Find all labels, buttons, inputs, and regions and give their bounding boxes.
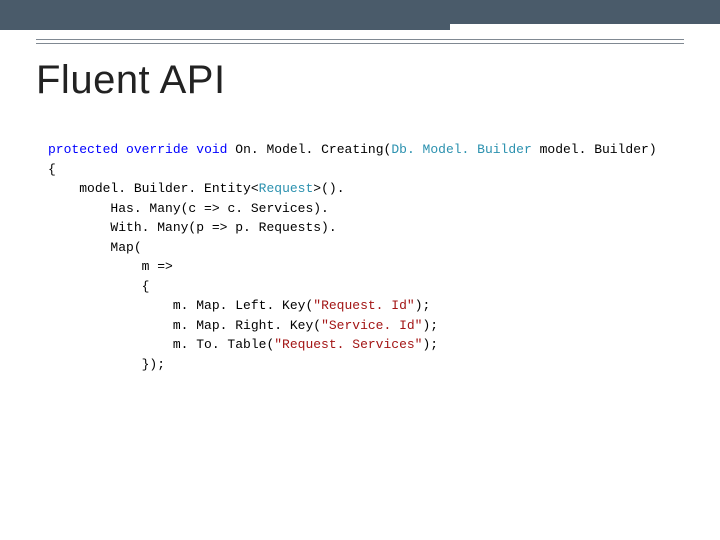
- code-block: protected override void On. Model. Creat…: [48, 140, 672, 374]
- param-name: model. Builder: [540, 142, 649, 157]
- code-text: Map(: [110, 240, 141, 255]
- code-text: m. Map. Left. Key(: [173, 298, 313, 313]
- slide: Fluent API protected override void On. M…: [0, 0, 720, 540]
- divider-line: [36, 43, 684, 44]
- string-literal: "Service. Id": [321, 318, 422, 333]
- code-text: );: [422, 337, 438, 352]
- string-literal: "Request. Services": [274, 337, 422, 352]
- slide-title: Fluent API: [36, 58, 226, 103]
- code-text: });: [142, 357, 165, 372]
- code-text: Has. Many(c => c. Services).: [110, 201, 328, 216]
- string-literal: "Request. Id": [313, 298, 414, 313]
- method-name: On. Model. Creating: [235, 142, 383, 157]
- type-name: Db. Model. Builder: [391, 142, 531, 157]
- code-text: );: [422, 318, 438, 333]
- code-text: {: [142, 279, 150, 294]
- code-text: ().: [321, 181, 344, 196]
- code-text: m. Map. Right. Key(: [173, 318, 321, 333]
- code-text: );: [415, 298, 431, 313]
- keyword: void: [196, 142, 227, 157]
- keyword: override: [126, 142, 188, 157]
- code-text: m =>: [142, 259, 173, 274]
- keyword: protected: [48, 142, 118, 157]
- type-name: Request: [259, 181, 314, 196]
- code-text: With. Many(p => p. Requests).: [110, 220, 336, 235]
- code-text: model. Builder. Entity: [79, 181, 251, 196]
- code-text: m. To. Table(: [173, 337, 274, 352]
- divider-line: [36, 39, 684, 40]
- header-bar: [0, 0, 720, 30]
